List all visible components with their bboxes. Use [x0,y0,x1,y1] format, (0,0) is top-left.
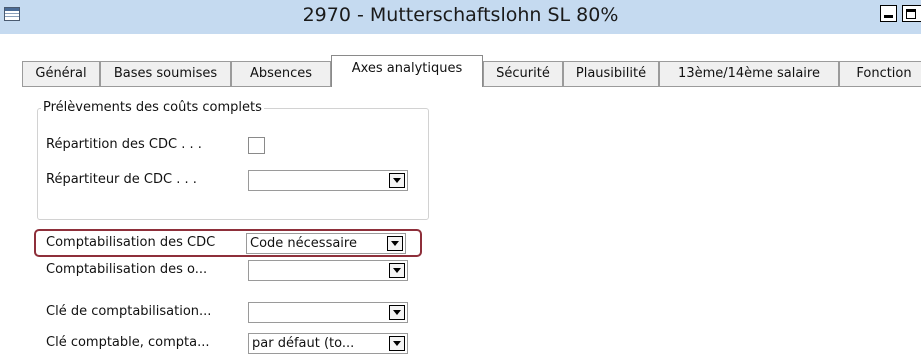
cle-comptabilisation-select[interactable] [248,302,408,323]
comptabilisation-o-label: Comptabilisation des o... [46,262,208,277]
tab-plausibilite[interactable]: Plausibilité [563,61,659,86]
chevron-down-icon[interactable] [389,305,405,320]
chevron-down-icon[interactable] [389,263,405,278]
chevron-down-icon[interactable] [387,236,403,251]
group-title: Prélèvements des coûts complets [41,100,264,115]
tab-axes-analytiques[interactable]: Axes analytiques [331,55,483,87]
tab-general[interactable]: Général [22,61,100,86]
chevron-down-icon[interactable] [389,173,405,188]
repartition-cdc-label: Répartition des CDC . . . [46,137,202,152]
tab-absences[interactable]: Absences [231,61,331,86]
window-title: 2970 - Mutterschaftslohn SL 80% [302,4,619,26]
cle-comptable-label: Clé comptable, compta... [46,335,210,350]
comptabilisation-cdc-label: Comptabilisation des CDC [46,235,216,250]
repartition-cdc-checkbox[interactable] [248,137,265,154]
tab-bases-soumises[interactable]: Bases soumises [100,61,231,86]
comptabilisation-cdc-select[interactable]: Code nécessaire [246,233,406,254]
maximize-button[interactable] [902,5,921,22]
minimize-button[interactable] [880,5,897,22]
tab-securite[interactable]: Sécurité [483,61,563,86]
repartiteur-cdc-label: Répartiteur de CDC . . . [46,172,197,187]
repartiteur-cdc-select[interactable] [248,170,408,191]
comptabilisation-cdc-value: Code nécessaire [250,236,357,251]
comptabilisation-o-select[interactable] [248,260,408,281]
chevron-down-icon[interactable] [389,336,405,351]
tab-13eme-14eme-salaire[interactable]: 13ème/14ème salaire [659,61,839,86]
full-cost-group [37,108,429,220]
cle-comptabilisation-label: Clé de comptabilisation... [46,304,212,319]
cle-comptable-value: par défaut (to... [252,336,355,351]
cle-comptable-select[interactable]: par défaut (to... [248,333,408,354]
title-bar: 2970 - Mutterschaftslohn SL 80% [0,0,921,34]
tab-fonction[interactable]: Fonction [839,61,921,86]
